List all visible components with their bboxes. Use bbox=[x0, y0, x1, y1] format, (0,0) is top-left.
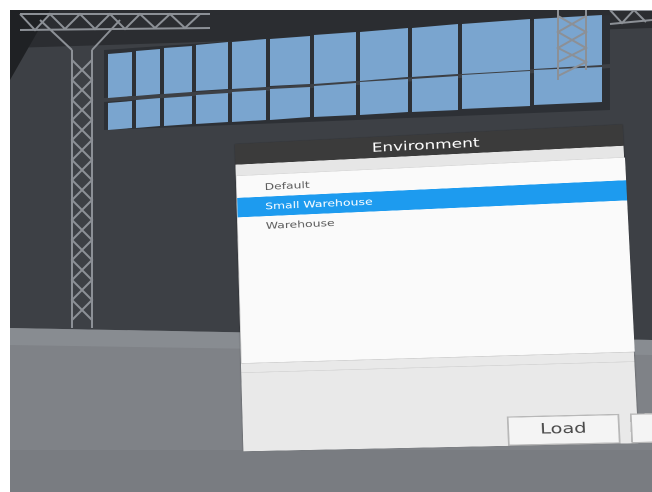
environment-list[interactable]: Default Small Warehouse Warehouse bbox=[235, 157, 635, 364]
environment-dialog: Environment Default Small Warehouse Ware… bbox=[234, 124, 652, 452]
vr-scene: Environment Default Small Warehouse Ware… bbox=[10, 10, 652, 492]
load-button[interactable]: Load bbox=[506, 413, 621, 446]
dialog-footer: Load bbox=[240, 351, 652, 452]
footer-divider bbox=[241, 361, 635, 374]
cancel-button[interactable] bbox=[629, 410, 652, 444]
